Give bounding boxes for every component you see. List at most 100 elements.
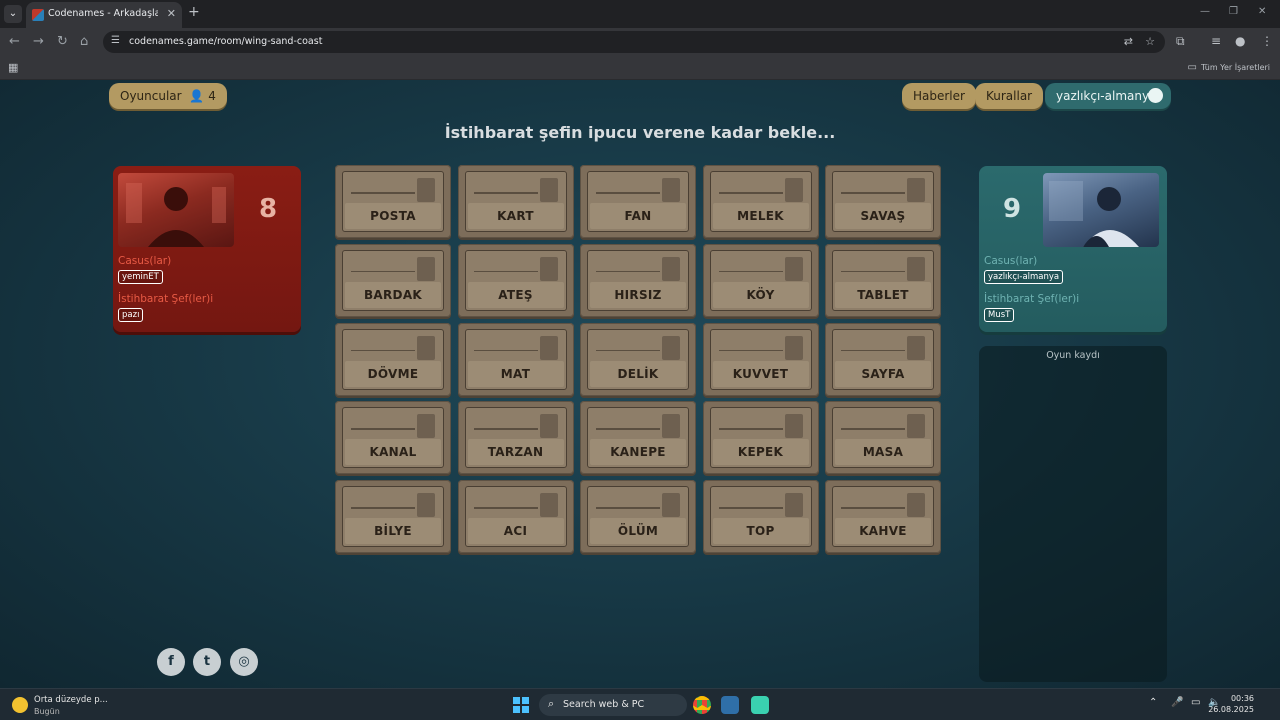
word-card[interactable]: SAYFA <box>825 322 941 396</box>
word-card[interactable]: TABLET <box>825 243 941 317</box>
red-team-panel: 8 Casus(lar) yeminET İstihbarat Şef(ler)… <box>113 166 301 332</box>
chat-app-icon[interactable] <box>751 696 769 714</box>
profile-icon[interactable]: ● <box>1235 34 1245 48</box>
user-button[interactable]: yazlıkçı-almanya <box>1045 83 1171 109</box>
codenames-page: Oyuncular 👤 4 Haberler Kurallar yazlıkçı… <box>0 80 1280 688</box>
card-line <box>351 349 415 352</box>
app-icon[interactable] <box>721 696 739 714</box>
players-button[interactable]: Oyuncular 👤 4 <box>109 83 227 109</box>
instagram-icon[interactable]: ◎ <box>230 648 258 676</box>
card-word: TABLET <box>857 287 909 302</box>
word-card[interactable]: KART <box>457 165 574 238</box>
card-portrait-icon <box>539 493 558 518</box>
word-card[interactable]: KÖY <box>702 243 819 317</box>
site-info-icon[interactable]: ☰ <box>111 35 120 46</box>
all-bookmarks[interactable]: ▭ Tüm Yer İşaretleri <box>1188 62 1270 73</box>
card-portrait-icon <box>784 256 803 281</box>
windows-start-icon[interactable] <box>513 697 529 713</box>
word-card[interactable]: MASA <box>825 401 941 475</box>
omnibox[interactable]: ☰ codenames.game/room/wing-sand-coast ⇄ … <box>103 31 1165 53</box>
card-word: TOP <box>746 524 775 539</box>
word-card[interactable]: TOP <box>702 480 819 554</box>
card-portrait-icon <box>662 335 680 360</box>
card-line <box>473 428 538 430</box>
red-score: 8 <box>259 194 278 224</box>
card-frame: SAVAŞ <box>832 171 934 232</box>
card-word: DELİK <box>617 366 659 381</box>
chrome-icon[interactable] <box>693 696 711 714</box>
weather-subtitle: Bugün <box>34 707 60 716</box>
extensions-icon[interactable]: ⧉ <box>1176 34 1185 49</box>
close-window-icon[interactable]: ✕ <box>1258 6 1266 17</box>
card-portrait-icon <box>417 178 435 202</box>
card-line <box>841 270 905 273</box>
word-card[interactable]: BİLYE <box>335 480 451 554</box>
rules-button[interactable]: Kurallar <box>975 83 1044 109</box>
card-line <box>473 270 538 273</box>
minimize-icon[interactable]: — <box>1200 6 1210 17</box>
word-card[interactable]: KUVVET <box>702 322 819 396</box>
person-icon: 👤 <box>189 89 205 103</box>
card-frame: POSTA <box>342 171 444 232</box>
game-log-title: Oyun kaydı <box>1046 350 1100 361</box>
word-card[interactable]: MELEK <box>702 165 819 238</box>
word-card[interactable]: ACI <box>457 480 574 554</box>
blue-chief-label: İstihbarat Şef(ler)i <box>984 293 1080 305</box>
word-card[interactable]: POSTA <box>335 165 451 238</box>
card-word: KANEPE <box>610 445 666 460</box>
new-tab-icon[interactable]: + <box>188 4 200 20</box>
word-card[interactable]: TARZAN <box>457 401 574 475</box>
word-card[interactable]: MAT <box>457 322 574 396</box>
word-card[interactable]: SAVAŞ <box>825 165 941 238</box>
browser-tab[interactable]: Codenames - Arkadaşlarınızla ç ✕ <box>26 2 182 28</box>
restore-icon[interactable]: ❐ <box>1229 6 1238 17</box>
translate-icon[interactable]: ⇄ <box>1124 35 1133 48</box>
card-portrait-icon <box>784 335 803 360</box>
word-card[interactable]: ÖLÜM <box>580 480 696 554</box>
card-word: BİLYE <box>374 524 412 539</box>
tab-search-icon[interactable]: ⌄ <box>4 5 22 23</box>
word-card[interactable]: KAHVE <box>825 480 941 554</box>
media-icon[interactable]: ≡ <box>1211 34 1221 48</box>
word-card[interactable]: DELİK <box>580 322 696 396</box>
tray-chevron-icon[interactable]: ⌃ <box>1149 697 1157 708</box>
card-word: FAN <box>624 209 652 223</box>
card-word: HIRSIZ <box>614 287 662 302</box>
card-portrait-icon <box>907 335 925 360</box>
apps-grid-icon[interactable]: ▦ <box>8 61 18 74</box>
tab-close-icon[interactable]: ✕ <box>167 7 176 20</box>
word-card[interactable]: HIRSIZ <box>580 243 696 317</box>
microphone-icon[interactable]: 🎤 <box>1171 697 1183 708</box>
word-card[interactable]: DÖVME <box>335 322 451 396</box>
forward-icon[interactable]: → <box>33 34 44 49</box>
card-frame: HIRSIZ <box>587 249 689 311</box>
tab-title: Codenames - Arkadaşlarınızla ç <box>48 8 158 19</box>
network-icon[interactable]: ▭ <box>1191 697 1200 708</box>
card-line <box>473 349 538 352</box>
back-icon[interactable]: ← <box>9 34 20 49</box>
card-frame: KANEPE <box>587 407 689 469</box>
card-frame: MELEK <box>709 171 812 232</box>
card-portrait-icon <box>539 178 558 202</box>
word-card[interactable]: BARDAK <box>335 243 451 317</box>
taskbar-search[interactable]: ⌕ Search web & PC <box>539 694 687 716</box>
twitter-icon[interactable]: t <box>193 648 221 676</box>
card-portrait-icon <box>417 256 435 281</box>
word-card[interactable]: FAN <box>580 165 696 238</box>
card-frame: BARDAK <box>342 249 444 311</box>
word-card[interactable]: KANEPE <box>580 401 696 475</box>
facebook-icon[interactable]: f <box>157 648 185 676</box>
taskbar-clock[interactable]: 00:36 26.08.2025 <box>1208 693 1254 715</box>
bookmark-star-icon[interactable]: ☆ <box>1145 35 1155 48</box>
news-button[interactable]: Haberler <box>902 83 976 109</box>
menu-icon[interactable]: ⋮ <box>1261 34 1273 48</box>
word-card[interactable]: ATEŞ <box>457 243 574 317</box>
card-frame: ACI <box>464 486 567 548</box>
reload-icon[interactable]: ↻ <box>57 34 68 49</box>
red-agent-illustration <box>126 183 226 247</box>
word-card[interactable]: KEPEK <box>702 401 819 475</box>
home-icon[interactable]: ⌂ <box>80 34 88 49</box>
word-card[interactable]: KANAL <box>335 401 451 475</box>
all-bookmarks-label: Tüm Yer İşaretleri <box>1200 63 1270 72</box>
url-text[interactable]: codenames.game/room/wing-sand-coast <box>129 36 322 47</box>
